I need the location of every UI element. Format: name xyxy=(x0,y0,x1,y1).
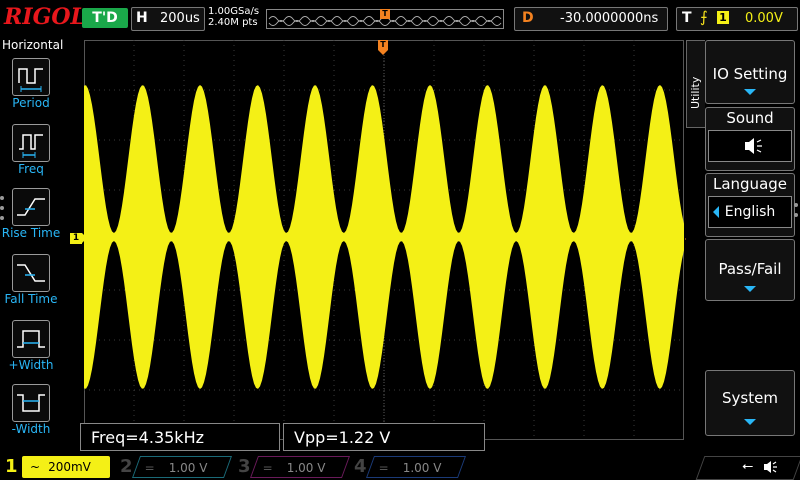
chevron-down-icon xyxy=(744,419,756,425)
delay-label: D xyxy=(522,10,534,26)
io-setting-label: IO Setting xyxy=(712,65,788,83)
channel-1-scale: 200mV xyxy=(48,460,91,474)
channel-3-scale-box: = 1.00 V xyxy=(249,456,351,478)
measure-neg-width-item[interactable]: -Width xyxy=(0,382,62,446)
channel-3[interactable]: 3 = 1.00 V xyxy=(236,455,351,479)
fall-time-label: Fall Time xyxy=(4,292,58,306)
trigger-position-marker[interactable]: T xyxy=(378,40,388,55)
measure-pos-width-item[interactable]: +Width xyxy=(0,318,62,382)
run-state-badge[interactable]: T'D xyxy=(82,8,128,28)
trigger-label: T xyxy=(682,10,692,26)
channel-1[interactable]: 1 ~200mV xyxy=(0,455,110,479)
pass-fail-button[interactable]: Pass/Fail xyxy=(705,239,795,301)
measurement-freq[interactable]: Freq=4.35kHz xyxy=(80,423,280,451)
channel1-offset-marker[interactable]: 1 xyxy=(70,233,87,244)
pos-width-label: +Width xyxy=(8,358,54,372)
channel-2-scale-box: = 1.00 V xyxy=(131,456,233,478)
channel-4[interactable]: 4 = 1.00 V xyxy=(352,455,467,479)
measure-freq-item[interactable]: Freq xyxy=(0,122,62,186)
trigger-source: 1 xyxy=(717,11,729,24)
pass-fail-label: Pass/Fail xyxy=(718,260,782,278)
channel-2[interactable]: 2 = 1.00 V xyxy=(118,455,233,479)
freq-icon xyxy=(12,124,50,162)
acquisition-info: 1.00GSa/s 2.40M pts xyxy=(208,6,259,28)
pos-width-icon xyxy=(12,320,50,358)
chevron-down-icon xyxy=(744,286,756,292)
measurement-vpp[interactable]: Vpp=1.22 V xyxy=(283,423,485,451)
channel-3-number: 3 xyxy=(238,456,251,477)
menu-title: Horizontal xyxy=(2,38,64,52)
page-dots-right xyxy=(794,203,798,223)
channel-1-number: 1 xyxy=(5,456,18,477)
neg-width-label: -Width xyxy=(11,422,51,436)
brand-logo: RIGOL xyxy=(4,4,86,30)
dc-coupling-icon: = xyxy=(262,461,273,475)
timebase-label: H xyxy=(136,10,148,26)
chevron-left-icon xyxy=(713,206,719,218)
freq-label: Freq xyxy=(18,162,44,176)
channel-3-scale: 1.00 V xyxy=(286,461,326,475)
memory-trigger-marker: T xyxy=(380,9,390,19)
timebase-value: 200us xyxy=(160,11,200,26)
neg-width-icon xyxy=(12,384,50,422)
language-value: English xyxy=(724,204,776,220)
system-button[interactable]: System xyxy=(705,370,795,436)
channel-4-scale-box: = 1.00 V xyxy=(365,456,467,478)
chevron-down-icon xyxy=(744,89,756,95)
dc-coupling-icon: = xyxy=(144,461,155,475)
rise-time-icon xyxy=(12,188,50,226)
channel-4-number: 4 xyxy=(354,456,367,477)
ac-coupling-icon: ~ xyxy=(30,460,41,474)
period-label: Period xyxy=(12,96,50,110)
measure-fall-time-item[interactable]: Fall Time xyxy=(0,252,62,316)
rise-time-label: Rise Time xyxy=(1,226,61,240)
dc-coupling-icon: = xyxy=(378,461,389,475)
utility-tab[interactable]: Utility xyxy=(686,40,705,128)
usb-icon: ⭠ xyxy=(742,458,754,474)
sound-label: Sound xyxy=(726,109,774,127)
fall-time-icon xyxy=(12,254,50,292)
sound-button[interactable]: Sound xyxy=(705,107,795,171)
rising-edge-icon: ⨍ xyxy=(700,8,708,26)
waveform-display[interactable] xyxy=(84,40,684,440)
io-setting-button[interactable]: IO Setting xyxy=(705,40,795,104)
language-button[interactable]: Language English xyxy=(705,173,795,237)
channel-2-number: 2 xyxy=(120,456,133,477)
language-value-box: English xyxy=(708,196,792,228)
measure-period-item[interactable]: Period xyxy=(0,56,62,120)
channel-2-scale: 1.00 V xyxy=(168,461,208,475)
horizontal-measure-menu: Horizontal Period Freq Rise Time Fall Ti… xyxy=(0,36,64,454)
memory-depth: 2.40M pts xyxy=(208,17,258,28)
delay-value: -30.0000000ns xyxy=(560,11,659,26)
memory-overview-bar[interactable]: T xyxy=(266,9,504,29)
speaker-status-icon xyxy=(764,461,777,473)
sample-rate: 1.00GSa/s xyxy=(208,6,260,17)
channel-1-scale-box: ~200mV xyxy=(22,456,110,478)
language-label: Language xyxy=(712,175,788,193)
utility-tab-label: Utility xyxy=(689,76,702,109)
period-icon xyxy=(12,58,50,96)
measure-rise-time-item[interactable]: Rise Time xyxy=(0,186,62,250)
system-label: System xyxy=(722,389,778,407)
channel-4-scale: 1.00 V xyxy=(402,461,442,475)
speaker-icon xyxy=(708,130,792,162)
trigger-level: 0.00V xyxy=(745,11,783,26)
